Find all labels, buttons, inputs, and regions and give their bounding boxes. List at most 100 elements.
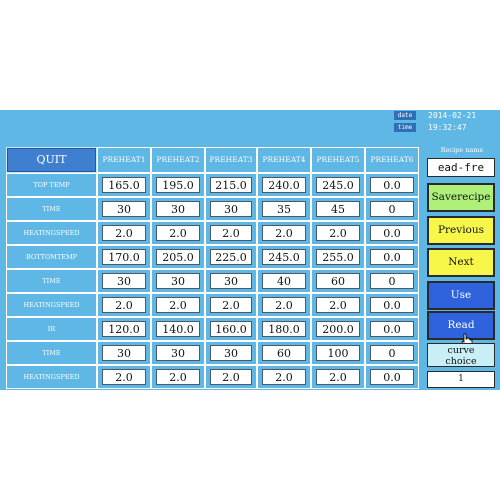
value-field[interactable]: 0.0 — [370, 225, 414, 241]
value-field[interactable]: 2.0 — [262, 297, 306, 313]
value-field[interactable]: 245.0 — [316, 177, 360, 193]
table-cell: 0.0 — [365, 317, 419, 341]
table-cell: 2.0 — [257, 221, 311, 245]
value-field[interactable]: 30 — [210, 201, 252, 217]
column-header: PREHEAT6 — [365, 147, 419, 173]
value-field[interactable]: 2.0 — [210, 225, 252, 241]
value-field[interactable]: 2.0 — [102, 369, 146, 385]
value-field[interactable]: 0.0 — [370, 249, 414, 265]
table-cell: 2.0 — [97, 293, 151, 317]
use-button[interactable]: Use — [427, 281, 495, 310]
table-cell: 30 — [205, 341, 257, 365]
value-field[interactable]: 2.0 — [210, 369, 252, 385]
table-cell: 30 — [97, 269, 151, 293]
value-field[interactable]: 245.0 — [262, 249, 306, 265]
time-tag: time — [394, 123, 416, 132]
value-field[interactable]: 0.0 — [370, 297, 414, 313]
curve-choice-label: curve choice — [427, 343, 495, 367]
row-label: TIME — [6, 197, 97, 221]
value-field[interactable]: 30 — [156, 273, 200, 289]
table-cell: 170.0 — [97, 245, 151, 269]
value-field[interactable]: 45 — [316, 201, 360, 217]
value-field[interactable]: 30 — [210, 345, 252, 361]
table-cell: 2.0 — [97, 221, 151, 245]
column-header: PREHEAT4 — [257, 147, 311, 173]
save-recipe-button[interactable]: Saverecipe — [427, 183, 495, 212]
value-field[interactable]: 2.0 — [102, 297, 146, 313]
table-cell: 30 — [151, 197, 205, 221]
recipe-name-label: Recipe name — [440, 146, 484, 154]
table-cell: 35 — [257, 197, 311, 221]
table-cell: 2.0 — [257, 365, 311, 389]
value-field[interactable]: 30 — [102, 345, 146, 361]
value-field[interactable]: 30 — [156, 345, 200, 361]
table-cell: 2.0 — [311, 221, 365, 245]
value-field[interactable]: 0 — [370, 345, 414, 361]
value-field[interactable]: 2.0 — [316, 225, 360, 241]
table-cell: 180.0 — [257, 317, 311, 341]
row-label: IR — [6, 317, 97, 341]
recipe-name-field[interactable]: ead-fre — [427, 158, 495, 177]
value-field[interactable]: 60 — [262, 345, 306, 361]
column-header: PREHEAT3 — [205, 147, 257, 173]
value-field[interactable]: 100 — [316, 345, 360, 361]
value-field[interactable]: 180.0 — [262, 321, 306, 337]
value-field[interactable]: 0.0 — [370, 321, 414, 337]
value-field[interactable]: 35 — [262, 201, 306, 217]
value-field[interactable]: 205.0 — [156, 249, 200, 265]
date-value: 2014-02-21 — [428, 111, 477, 120]
value-field[interactable]: 160.0 — [210, 321, 252, 337]
value-field[interactable]: 40 — [262, 273, 306, 289]
column-header: PREHEAT5 — [311, 147, 365, 173]
value-field[interactable]: 200.0 — [316, 321, 360, 337]
time-value: 19:32:47 — [428, 123, 467, 132]
value-field[interactable]: 225.0 — [210, 249, 252, 265]
value-field[interactable]: 2.0 — [156, 369, 200, 385]
value-field[interactable]: 0 — [370, 273, 414, 289]
quit-button[interactable]: QUIT — [6, 147, 97, 173]
column-header: PREHEAT2 — [151, 147, 205, 173]
value-field[interactable]: 2.0 — [156, 297, 200, 313]
value-field[interactable]: 0.0 — [370, 177, 414, 193]
value-field[interactable]: 2.0 — [102, 225, 146, 241]
table-cell: 0 — [365, 197, 419, 221]
table-cell: 30 — [205, 269, 257, 293]
table-cell: 2.0 — [311, 293, 365, 317]
table-cell: 120.0 — [97, 317, 151, 341]
value-field[interactable]: 30 — [102, 273, 146, 289]
value-field[interactable]: 0.0 — [370, 369, 414, 385]
table-cell: 215.0 — [205, 173, 257, 197]
table-cell: 0 — [365, 341, 419, 365]
table-cell: 45 — [311, 197, 365, 221]
table-cell: 0 — [365, 269, 419, 293]
value-field[interactable]: 140.0 — [156, 321, 200, 337]
value-field[interactable]: 2.0 — [156, 225, 200, 241]
curve-choice-field[interactable]: 1 — [427, 371, 495, 388]
value-field[interactable]: 195.0 — [156, 177, 200, 193]
value-field[interactable]: 30 — [102, 201, 146, 217]
value-field[interactable]: 215.0 — [210, 177, 252, 193]
value-field[interactable]: 240.0 — [262, 177, 306, 193]
table-cell: 2.0 — [97, 365, 151, 389]
table-cell: 165.0 — [97, 173, 151, 197]
table-cell: 30 — [97, 341, 151, 365]
value-field[interactable]: 2.0 — [262, 369, 306, 385]
next-button[interactable]: Next — [427, 248, 495, 277]
value-field[interactable]: 30 — [210, 273, 252, 289]
value-field[interactable]: 2.0 — [316, 369, 360, 385]
value-field[interactable]: 255.0 — [316, 249, 360, 265]
table-cell: 200.0 — [311, 317, 365, 341]
value-field[interactable]: 2.0 — [210, 297, 252, 313]
curve-choice-line2: choice — [445, 356, 477, 367]
value-field[interactable]: 120.0 — [102, 321, 146, 337]
table-cell: 2.0 — [151, 221, 205, 245]
value-field[interactable]: 2.0 — [316, 297, 360, 313]
value-field[interactable]: 170.0 — [102, 249, 146, 265]
value-field[interactable]: 2.0 — [262, 225, 306, 241]
previous-button[interactable]: Previous — [427, 216, 495, 245]
value-field[interactable]: 30 — [156, 201, 200, 217]
value-field[interactable]: 60 — [316, 273, 360, 289]
table-cell: 160.0 — [205, 317, 257, 341]
value-field[interactable]: 0 — [370, 201, 414, 217]
value-field[interactable]: 165.0 — [102, 177, 146, 193]
